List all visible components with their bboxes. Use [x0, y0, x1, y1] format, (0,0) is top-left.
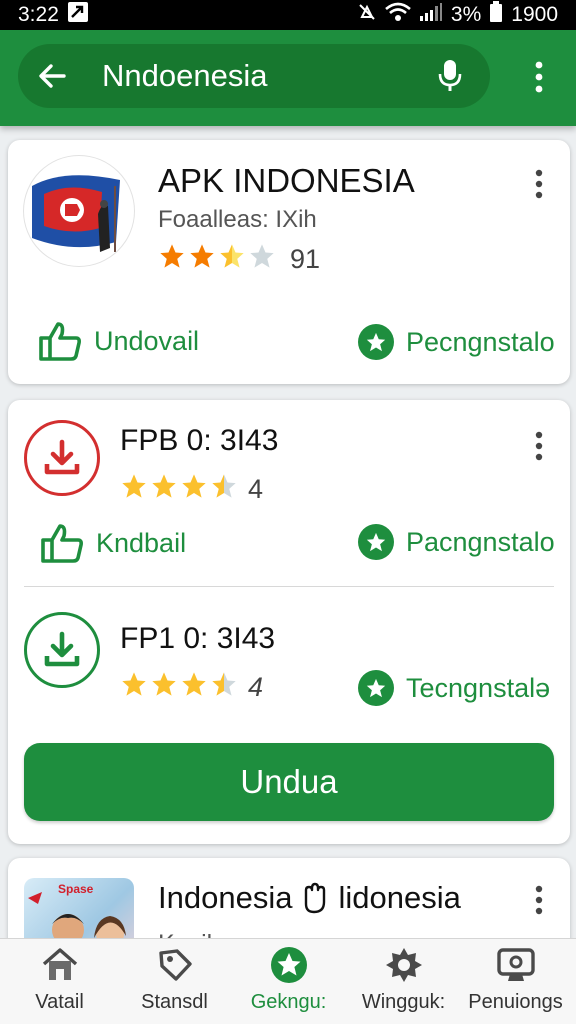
nav-item-settings[interactable]: Wingguk: [346, 945, 461, 1024]
star-icon [122, 474, 146, 498]
nav-label: Wingguk: [361, 991, 446, 1013]
bottom-navigation: Vatail Stansdl Gekngu: Wingguk: Penuiong… [0, 938, 576, 1024]
nav-item-featured[interactable]: Gekngu: [231, 945, 346, 1024]
app-title-part-b: lidonesia [338, 880, 461, 915]
app-title: FP1 0: 3I43 [120, 622, 276, 655]
star-icon [152, 672, 176, 696]
action-label: Pacngnstalo [406, 526, 555, 557]
app-subtitle: Foaalleas: IXih [158, 206, 317, 233]
wifi-icon [385, 2, 411, 28]
status-time: 3:22 [18, 3, 59, 26]
nav-label: Gekngu: [250, 991, 327, 1013]
download-red-icon[interactable] [24, 420, 100, 496]
hand-icon [305, 882, 326, 914]
rating-stars [120, 670, 238, 698]
action-label: Tecngnstalə [406, 672, 551, 703]
app-bar: Nndoenesia [0, 30, 576, 126]
nav-label: Vatail [35, 991, 84, 1013]
star-badge-icon [358, 524, 394, 560]
status-bar: 3:22 3% 1900 [0, 0, 576, 30]
signal-icon [419, 2, 443, 28]
half-star-icon [212, 474, 236, 498]
install-action[interactable]: Pecngnstalo [358, 324, 555, 360]
tag-icon [155, 945, 195, 985]
half-star-icon [212, 672, 236, 696]
app-title: FPB 0: 3I43 [120, 424, 279, 457]
star-icon [160, 244, 184, 268]
star-badge-icon [269, 945, 309, 985]
screen-icon [496, 945, 536, 985]
app-title: Indonesia lidonesia [158, 880, 461, 916]
divider [24, 586, 554, 587]
notification-icon [67, 1, 89, 29]
thumbnail-label: Spase [58, 882, 94, 896]
microphone-icon[interactable] [426, 48, 474, 104]
nav-item-screen[interactable]: Penuiongs [458, 945, 573, 1024]
download-green-icon[interactable] [24, 612, 100, 688]
install-action[interactable]: Tecngnstalə [358, 670, 550, 706]
action-label: Kndbail [96, 527, 187, 558]
action-label: Pecngnstalo [406, 326, 555, 357]
thumbs-up-icon [39, 322, 81, 361]
rating-stars [158, 242, 276, 270]
app-title-part-a: Indonesia [158, 880, 293, 915]
rating-count: 4 [248, 474, 264, 504]
back-arrow-icon[interactable] [24, 48, 80, 104]
app-logo-icon [24, 156, 134, 266]
install-action[interactable]: Pacngnstalo [358, 524, 555, 560]
app-card-apk-indonesia[interactable]: APK INDONESIA Foaalleas: IXih 91 Undovai… [8, 140, 570, 384]
download-button[interactable]: Undua [24, 743, 554, 821]
star-icon [182, 672, 206, 696]
nav-item-home[interactable]: Vatail [2, 945, 117, 1024]
nav-item-tags[interactable]: Stansdl [117, 945, 232, 1024]
card-menu-icon[interactable] [519, 424, 559, 468]
overflow-menu-icon[interactable] [514, 56, 564, 98]
star-icon [182, 474, 206, 498]
half-star-icon [220, 244, 244, 268]
home-icon [40, 945, 80, 985]
settings-icon [384, 945, 424, 985]
thumbs-up-action[interactable]: Undovail [38, 320, 199, 362]
card-menu-icon[interactable] [519, 162, 559, 206]
nav-label: Penuiongs [468, 991, 563, 1013]
star-icon [152, 474, 176, 498]
status-clock: 1900 [511, 3, 558, 26]
search-input[interactable]: Nndoenesia [80, 58, 426, 94]
rating-count: 4 [248, 672, 264, 702]
star-icon [122, 672, 146, 696]
nav-label: Stansdl [141, 991, 208, 1013]
search-bar[interactable]: Nndoenesia [18, 44, 490, 108]
star-icon [190, 244, 214, 268]
card-menu-icon[interactable] [519, 878, 559, 922]
rating-stars [120, 472, 238, 500]
thumbs-up-action[interactable]: Kndbail [40, 522, 186, 564]
star-badge-icon [358, 670, 394, 706]
thumbs-up-icon [41, 524, 83, 563]
star-badge-icon [358, 324, 394, 360]
mute-icon [357, 2, 377, 28]
rating-count: 91 [290, 244, 321, 274]
battery-text: 3% [450, 3, 482, 26]
empty-star-icon [250, 244, 274, 268]
battery-icon [489, 1, 503, 29]
app-title: APK INDONESIA [158, 162, 415, 199]
action-label: Undovail [94, 325, 200, 356]
app-card-group: FPB 0: 3I43 4 Kndbail Pacngnstalo FP1 0:… [8, 400, 570, 844]
